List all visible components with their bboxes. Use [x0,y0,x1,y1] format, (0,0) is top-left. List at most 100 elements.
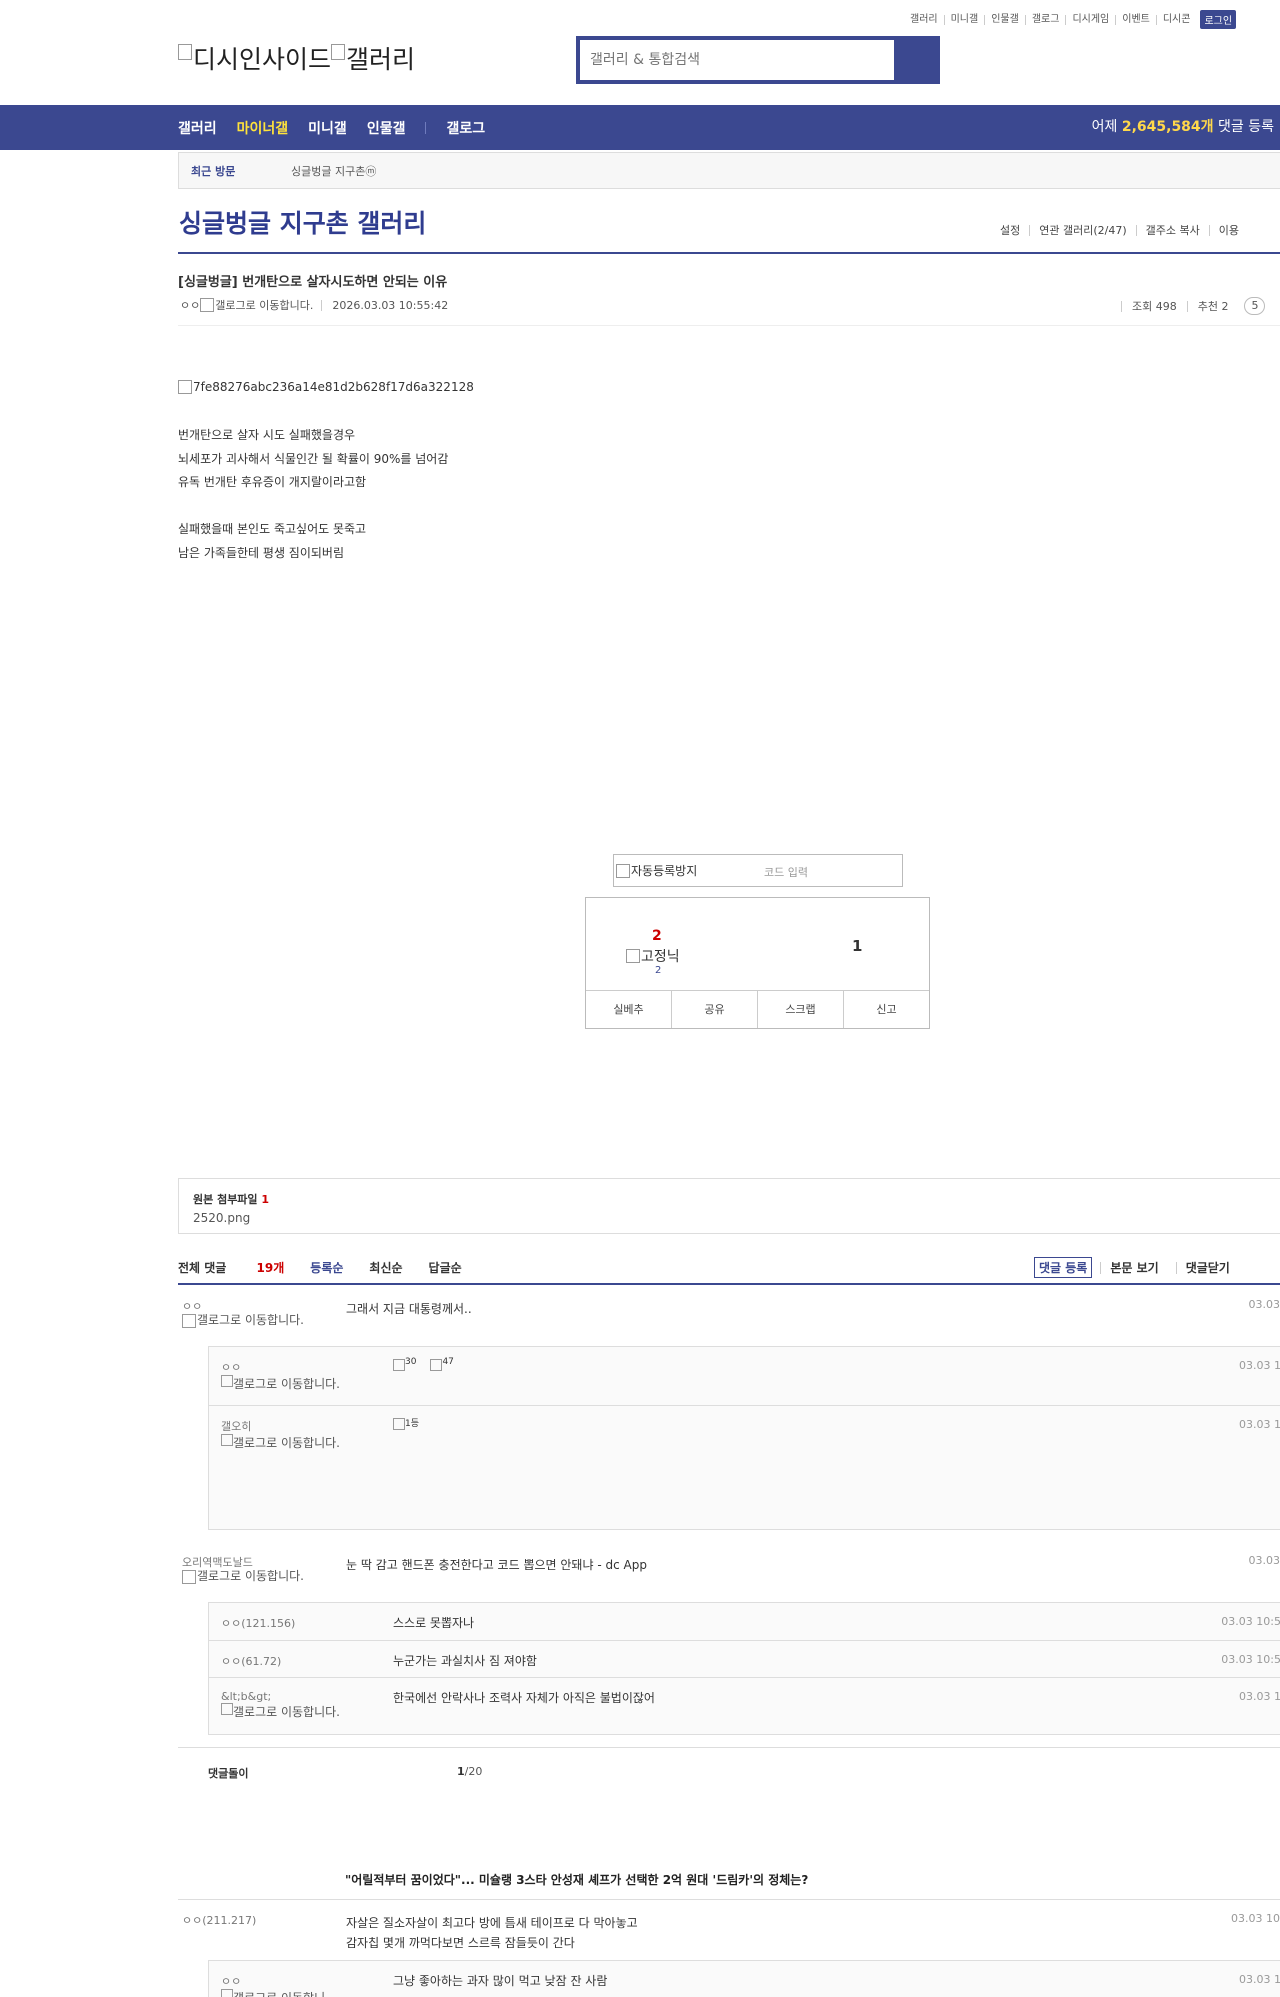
galog-icon[interactable] [182,1314,196,1328]
util-dccon[interactable]: 디시콘 [1155,14,1197,25]
comment-date: 03.03 10 [1231,1912,1280,1925]
downvote-count[interactable]: 1 [852,937,862,955]
recent-visit-item[interactable]: 싱글벙글 지구촌ⓜ [291,163,376,179]
broken-image-icon [393,1358,405,1371]
post-body: 번개탄으로 살자 시도 실패했을경우 뇌세포가 괴사해서 식물인간 될 확률이 … [178,424,448,565]
site-logo[interactable]: 디시인사이드 갤러리 [178,40,415,76]
gallery-title[interactable]: 싱글벙글 지구촌 갤러리 [179,204,426,240]
share-button[interactable]: 공유 [671,991,757,1028]
galog-icon[interactable] [221,1434,233,1446]
nav-person-gallery[interactable]: 인물갤 [367,118,406,138]
captcha-input[interactable]: 코드 입력 [764,864,808,880]
nav-mini-gallery[interactable]: 미니갤 [308,118,347,138]
post-line [178,495,448,519]
reply-item: ㅇㅇ 갤로그로 이동합니 그냥 좋아하는 과자 많이 먹고 낮잠 잔 사람 03… [209,1961,1280,1997]
sort-reply[interactable]: 답글순 [429,1259,462,1276]
reply-text: 한국에선 안락사나 조력사 자체가 아직은 불법이잖어 [393,1691,655,1705]
galog-icon[interactable] [182,1570,196,1584]
reply-item: ㅇㅇ(61.72) 누군가는 과실치사 짐 져야함 03.03 10:5 [209,1640,1280,1677]
login-button[interactable]: 로그인 [1200,10,1237,29]
upvote-count[interactable]: 2 [652,928,662,944]
comment-register-button[interactable]: 댓글 등록 [1034,1257,1093,1278]
comment-count-badge[interactable]: 5 [1244,297,1266,315]
sort-register[interactable]: 등록순 [310,1259,343,1276]
nav-galog[interactable]: 갤로그 [446,118,485,138]
close-comments-button[interactable]: 댓글닫기 [1175,1261,1239,1274]
search-input[interactable] [580,40,894,80]
reply-nick[interactable]: 갤오히 갤로그로 이동합니다. [221,1418,363,1451]
util-event[interactable]: 이벤트 [1115,14,1156,25]
divider [178,252,1280,254]
author-galog-alt[interactable]: 갤로그로 이동합니다. [215,297,313,313]
comment-nick[interactable]: 오리역맥도날드 갤로그로 이동합니다. [182,1554,327,1584]
comment-paging[interactable]: 1/20 [457,1765,482,1778]
post-title: [싱글벙글] 번개탄으로 살자시도하면 안되는 이유 [178,275,448,290]
fixed-nick-count: 2 [655,965,662,976]
util-galog[interactable]: 갤로그 [1024,14,1066,25]
reply-nick[interactable]: ㅇㅇ 갤로그로 이동합니 [221,1973,325,1997]
reply-list: ㅇㅇ 갤로그로 이동합니 그냥 좋아하는 과자 많이 먹고 낮잠 잔 사람 03… [208,1960,1280,1997]
util-mini[interactable]: 미니갤 [943,14,985,25]
global-nav: 갤러리 마이너갤 미니갤 인물갤 갤로그 어제 2,645,584개 댓글 등록 [0,105,1280,150]
galog-icon[interactable] [221,1703,233,1715]
view-body-button[interactable]: 본문 보기 [1100,1261,1167,1274]
report-button[interactable]: 신고 [843,991,929,1028]
post-image-alt: 7fe88276abc236a14e81d2b628f17d6a322128 [193,380,474,394]
scrap-button[interactable]: 스크랩 [757,991,843,1028]
reply-nick[interactable]: &lt;b&gt; 갤로그로 이동합니다. [221,1690,363,1720]
galog-icon[interactable] [221,1375,233,1387]
reply-nick[interactable]: ㅇㅇ 갤로그로 이동합니다. [221,1359,363,1392]
gallery-options: 설정 연관 갤러리(2/47) 갤주소 복사 이용 [994,225,1248,236]
captcha-image-alt: 자동등록방지 [631,864,698,878]
search-button[interactable] [894,40,936,80]
news-ad-link[interactable]: "어릴적부터 꿈이었다"... 미슐랭 3스타 안성재 셰프가 선택한 2억 원… [345,1871,808,1888]
post-image: 7fe88276abc236a14e81d2b628f17d6a322128 [178,380,474,394]
galog-icon[interactable] [200,298,215,312]
comment-header: 전체 댓글 19개 등록순 최신순 답글순 댓글 등록 본문 보기 댓글닫기 [178,1257,1280,1285]
nav-gallery[interactable]: 갤러리 [178,118,217,138]
util-person[interactable]: 인물갤 [984,14,1025,25]
broken-image-icon [331,44,346,60]
galog-icon[interactable] [221,1989,233,1997]
comment-text: 그래서 지금 대통령께서.. [346,1302,472,1316]
fixed-nick-recommend: 고정닉 [626,946,680,966]
comment-item: 오리역맥도날드 갤로그로 이동합니다. 눈 딱 감고 핸드폰 충전한다고 코드 … [178,1554,1280,1594]
galog-link[interactable]: 갤로그로 이동합니다. [233,1375,363,1392]
related-gallery-link[interactable]: 연관 갤러리(2/47) [1029,225,1135,236]
nav-minor-gallery[interactable]: 마이너갤 [237,118,289,138]
reply-nick[interactable]: ㅇㅇ(61.72) [221,1653,281,1669]
attachment-file[interactable]: 2520.png [193,1211,1266,1225]
usage-link[interactable]: 이용 [1208,225,1248,236]
author-nick[interactable]: ㅇㅇ [180,297,200,313]
copy-url-link[interactable]: 갤주소 복사 [1135,225,1209,236]
galog-link[interactable]: 갤로그로 이동합니다. [197,1570,327,1584]
broken-image-icon [616,863,630,878]
reply-nick[interactable]: ㅇㅇ(121.156) [221,1615,295,1631]
reply-date: 03.03 1 [1239,1690,1280,1703]
search-bar [576,36,940,84]
real-best-button[interactable]: 실베추 [586,991,671,1028]
sort-latest[interactable]: 최신순 [369,1259,402,1276]
comment-date: 03.03 [1248,1554,1280,1567]
galog-link[interactable]: 갤로그로 이동합니다. [233,1703,363,1720]
post-line: 뇌세포가 괴사해서 식물인간 될 확률이 90%를 넘어감 [178,451,449,466]
divider [178,1899,1280,1900]
post-line: 남은 가족들한테 평생 짐이되버림 [178,545,345,560]
count-prefix: 어제 [1091,119,1118,135]
comment-nick[interactable]: ㅇㅇ 갤로그로 이동합니다. [182,1298,327,1328]
comment-count-summary: 어제 2,645,584개 댓글 등록 [1092,105,1280,150]
reply-date: 03.03 1 [1239,1973,1280,1986]
galog-link[interactable]: 갤로그로 이동합니다. [197,1314,327,1328]
settings-link[interactable]: 설정 [994,225,1029,236]
reply-list: ㅇㅇ(121.156) 스스로 못뽑자나 03.03 10:5 ㅇㅇ(61.72… [208,1602,1280,1735]
comment-date: 03.03 [1248,1298,1280,1311]
comment-nick[interactable]: ㅇㅇ(211.217) [182,1912,256,1928]
reply-date: 03.03 1 [1239,1359,1280,1372]
reply-text: 누군가는 과실치사 짐 져야함 [393,1654,537,1668]
galog-link[interactable]: 갤로그로 이동합니다. [233,1434,363,1451]
util-game[interactable]: 디시게임 [1065,14,1115,25]
count-suffix: 댓글 등록 [1218,119,1274,135]
count-value: 2,645,584개 [1121,119,1214,135]
util-gallery[interactable]: 갤러리 [904,14,944,25]
galog-link[interactable]: 갤로그로 이동합니 [233,1989,325,1997]
